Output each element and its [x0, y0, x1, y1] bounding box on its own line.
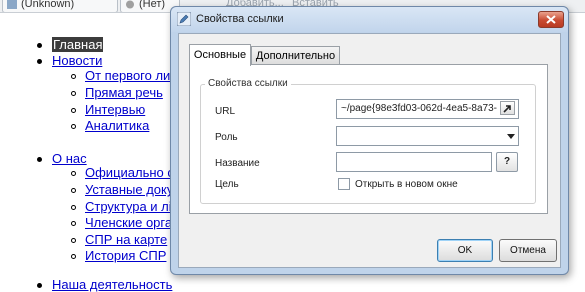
- sublist-bullet: [71, 254, 76, 259]
- list-bullet: [37, 59, 42, 64]
- tab-advanced[interactable]: Дополнительно: [251, 46, 340, 65]
- sublist-bullet: [71, 221, 76, 226]
- new-window-checkbox[interactable]: [338, 178, 350, 190]
- list-bullet: [37, 157, 42, 162]
- sublist-bullet: [71, 74, 76, 79]
- sublist-bullet: [71, 91, 76, 96]
- sublist-bullet: [71, 205, 76, 210]
- link-news[interactable]: Новости: [52, 53, 102, 68]
- sublist-bullet: [71, 171, 76, 176]
- list-item-selected[interactable]: Главная: [52, 37, 104, 52]
- link-about-child-2[interactable]: Уставные доку: [85, 182, 173, 197]
- list-bullet: [37, 283, 42, 288]
- link-properties-dialog: Свойства ссылки Основные Дополнительно С…: [170, 6, 569, 275]
- edit-pencil-icon: [177, 12, 191, 26]
- browse-link-button[interactable]: [500, 101, 515, 115]
- target-label: Цель: [215, 179, 239, 190]
- link-activity[interactable]: Наша деятельность: [52, 277, 172, 292]
- name-label: Название: [215, 158, 260, 169]
- link-news-child-1[interactable]: От первого ли: [85, 68, 170, 83]
- tab-basic[interactable]: Основные: [189, 44, 251, 66]
- cancel-button[interactable]: Отмена: [499, 239, 557, 262]
- arrow-link-icon: [503, 105, 511, 113]
- url-input[interactable]: ~/page{98e3fd03-062d-4ea5-8a73-: [336, 99, 519, 119]
- link-news-child-3[interactable]: Интервью: [85, 102, 145, 117]
- dialog-body: Основные Дополнительно Свойства ссылки U…: [178, 33, 561, 268]
- link-about-child-4[interactable]: Членские орга: [85, 215, 172, 230]
- language-icon: [7, 0, 17, 9]
- link-about-child-6[interactable]: История СПР: [85, 248, 166, 263]
- sublist-bullet: [71, 124, 76, 129]
- sublist-bullet: [71, 238, 76, 243]
- language-selector[interactable]: (Unknown): [2, 0, 118, 12]
- style-selector-label: (Нет): [139, 0, 166, 10]
- list-bullet: [37, 43, 42, 48]
- link-about-child-1[interactable]: Официально о: [85, 165, 175, 180]
- close-button[interactable]: [538, 11, 564, 28]
- role-label: Роль: [215, 132, 238, 143]
- role-dropdown[interactable]: [336, 126, 519, 146]
- sublist-bullet: [71, 188, 76, 193]
- style-icon: [126, 0, 134, 9]
- name-input[interactable]: [336, 152, 492, 172]
- language-selector-label: (Unknown): [21, 0, 75, 10]
- chevron-down-icon: [507, 134, 515, 139]
- link-about-child-3[interactable]: Структура и лі: [85, 199, 172, 214]
- group-legend: Свойства ссылки: [205, 78, 291, 89]
- link-about[interactable]: О нас: [52, 151, 87, 166]
- link-about-child-5[interactable]: СПР на карте: [85, 232, 167, 247]
- url-label: URL: [215, 106, 236, 117]
- sublist-bullet: [71, 108, 76, 113]
- new-window-label[interactable]: Открыть в новом окне: [355, 179, 458, 190]
- dialog-title: Свойства ссылки: [196, 13, 284, 25]
- ok-button[interactable]: OK: [437, 239, 493, 262]
- help-button[interactable]: ?: [496, 152, 518, 172]
- link-news-child-4[interactable]: Аналитика: [85, 118, 149, 133]
- dialog-titlebar[interactable]: Свойства ссылки: [171, 7, 568, 32]
- close-icon: [546, 15, 556, 24]
- link-news-child-2[interactable]: Прямая речь: [85, 85, 163, 100]
